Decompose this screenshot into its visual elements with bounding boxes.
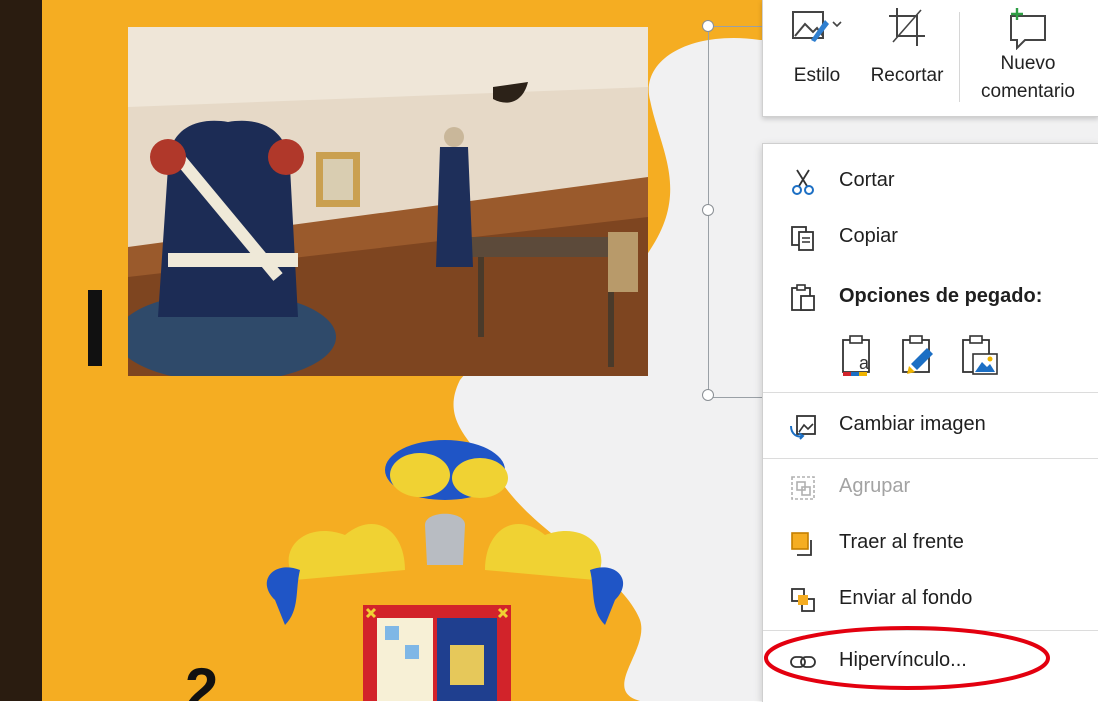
paste-picture-icon	[962, 335, 998, 375]
resize-handle-top-left[interactable]	[702, 20, 714, 32]
context-menu: Cortar Copiar Opciones de pegado: a Camb…	[762, 143, 1098, 702]
menu-separator	[763, 458, 1098, 459]
paste-format-brush-icon	[902, 335, 933, 374]
resize-handle-bottom-left[interactable]	[702, 389, 714, 401]
group-icon	[789, 474, 817, 502]
estilo-button[interactable]: Estilo	[777, 0, 857, 116]
menu-item-cortar-label: Cortar	[839, 169, 895, 191]
clipboard-icon	[789, 284, 817, 312]
menu-item-cambiar-imagen[interactable]: Cambiar imagen	[763, 400, 1098, 450]
crop-icon	[887, 6, 927, 54]
comentario-label: comentario	[981, 81, 1075, 102]
paste-as-picture-button[interactable]	[957, 334, 1001, 378]
toolbar-separator	[959, 12, 960, 102]
paste-keep-formatting-button[interactable]: a	[837, 334, 881, 378]
scissors-icon	[789, 168, 817, 196]
menu-item-copiar-label: Copiar	[839, 225, 898, 247]
paste-keep-source-icon: a	[842, 335, 870, 376]
svg-text:a: a	[859, 353, 870, 373]
museum-photo-image	[128, 27, 648, 376]
paste-options-label: Opciones de pegado:	[839, 285, 1043, 307]
paste-options-header: Opciones de pegado:	[763, 272, 1098, 322]
selection-frame[interactable]	[708, 26, 769, 398]
menu-item-enviar-al-fondo[interactable]: Enviar al fondo	[763, 574, 1098, 624]
nuevo-comentario-button[interactable]: Nuevo comentario	[965, 0, 1091, 116]
menu-item-agrupar[interactable]: Agrupar	[763, 462, 1098, 512]
copy-icon	[789, 224, 817, 252]
menu-separator	[763, 392, 1098, 393]
recortar-button[interactable]: Recortar	[859, 0, 955, 116]
menu-item-cortar[interactable]: Cortar	[763, 156, 1098, 206]
new-comment-icon	[1007, 6, 1049, 56]
picture-style-icon	[789, 6, 843, 54]
bring-to-front-icon	[789, 530, 817, 558]
mini-toolbar: Estilo Recortar Nuevo comentario	[762, 0, 1098, 117]
estilo-label: Estilo	[793, 65, 841, 86]
menu-item-traer-al-frente[interactable]: Traer al frente	[763, 518, 1098, 568]
menu-item-enviar-al-fondo-label: Enviar al fondo	[839, 587, 973, 609]
paste-merge-formatting-button[interactable]	[897, 334, 941, 378]
change-picture-icon	[789, 412, 817, 440]
menu-item-traer-al-frente-label: Traer al frente	[839, 531, 964, 553]
menu-item-copiar[interactable]: Copiar	[763, 212, 1098, 262]
send-to-back-icon	[789, 586, 817, 614]
resize-handle-left[interactable]	[702, 204, 714, 216]
slide-marker-bar	[88, 290, 102, 366]
museum-photo[interactable]	[128, 27, 648, 376]
recortar-label: Recortar	[870, 65, 944, 86]
nuevo-label: Nuevo	[1000, 53, 1056, 74]
menu-item-agrupar-label: Agrupar	[839, 475, 911, 497]
menu-item-cambiar-imagen-label: Cambiar imagen	[839, 413, 986, 435]
slide-number-text: 2	[185, 656, 219, 701]
red-highlight-oval	[764, 626, 1050, 690]
coat-of-arms-image[interactable]	[255, 440, 635, 701]
